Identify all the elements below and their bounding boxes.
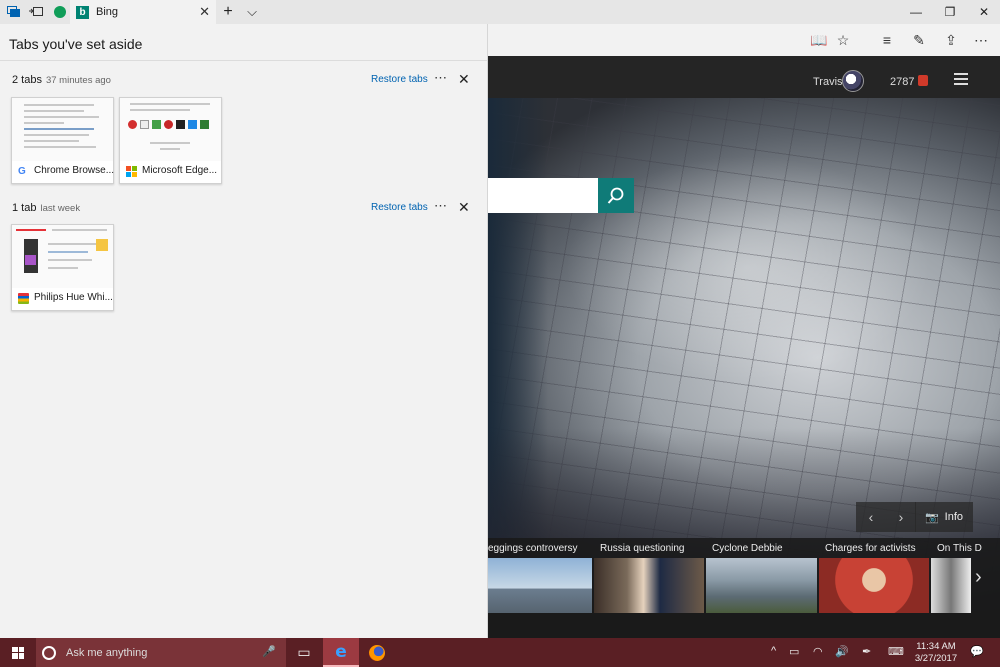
clock[interactable]: 11:34 AM 3/27/2017 [913, 641, 959, 665]
show-hidden-icons-icon[interactable]: ^ [771, 645, 776, 657]
avatar[interactable] [842, 70, 864, 92]
start-button[interactable] [0, 638, 36, 667]
camera-icon: 📷 [924, 511, 939, 524]
tab-label: Microsoft Edge... [142, 165, 218, 176]
news-item[interactable]: Russia questioning [594, 538, 704, 638]
news-title: Cyclone Debbie [712, 543, 783, 554]
battery-icon[interactable]: ▭ [789, 645, 799, 658]
group-time: 37 minutes ago [45, 75, 111, 86]
tab-preview-button[interactable]: ⌵ [240, 0, 264, 24]
hub-icon[interactable]: ≡ [876, 30, 898, 50]
windows-logo-icon [12, 646, 24, 659]
search-placeholder: Ask me anything [66, 646, 148, 659]
group-more-icon[interactable]: ⋯ [434, 198, 448, 214]
tab-bing[interactable]: b Bing ✕ [70, 0, 216, 24]
reading-view-icon[interactable]: 📖 [808, 30, 830, 50]
news-item[interactable]: On This D [931, 538, 982, 638]
group-header: 1 tab last week [12, 202, 80, 214]
tab-label: Chrome Browse... [34, 165, 115, 176]
volume-icon[interactable]: 🔊 [835, 645, 849, 658]
cortana-icon [42, 645, 56, 660]
tab-label: Philips Hue Whi... [34, 292, 113, 303]
restore-tabs-link[interactable]: Restore tabs [371, 74, 428, 85]
user-name[interactable]: Travis [813, 76, 843, 88]
aside-tab-card[interactable]: G Chrome Browse... [11, 97, 114, 184]
ebay-bag-icon [18, 293, 29, 304]
news-item[interactable]: Charges for activists [819, 538, 929, 638]
pinned-tab-hangouts-icon[interactable] [48, 0, 72, 24]
restore-tabs-link[interactable]: Restore tabs [371, 202, 428, 213]
group-count: 1 tab [12, 202, 37, 214]
panel-title: Tabs you've set aside [9, 36, 143, 52]
news-title: Russia questioning [600, 543, 685, 554]
browser-toolbar: 📖 ☆ ≡ ✎ ⇪ ⋯ [488, 24, 1000, 56]
firefox-app-icon[interactable] [359, 638, 395, 667]
cortana-search-box[interactable]: Ask me anything 🎤 [36, 638, 286, 667]
info-label: Info [944, 511, 964, 523]
close-tab-icon[interactable]: ✕ [199, 4, 210, 20]
minimize-icon[interactable]: — [898, 0, 934, 24]
group-more-icon[interactable]: ⋯ [434, 70, 448, 86]
tabs-aside-panel: Tabs you've set aside 2 tabs 37 minutes a… [0, 24, 488, 638]
wifi-icon[interactable]: ◠ [813, 645, 823, 658]
notifications-icon[interactable]: 💬 [970, 645, 984, 658]
taskbar: Ask me anything 🎤 ▭ e ^ ▭ ◠ 🔊 ✒ ⌨ 11:34 … [0, 638, 1000, 667]
group-count: 2 tabs [12, 74, 42, 86]
share-icon[interactable]: ⇪ [940, 30, 962, 50]
group-close-icon[interactable]: ✕ [458, 199, 470, 216]
clock-time: 11:34 AM [916, 641, 956, 652]
close-window-icon[interactable]: ✕ [966, 0, 1000, 24]
group-header: 2 tabs 37 minutes ago [12, 74, 111, 86]
tab-title: Bing [96, 6, 119, 18]
rewards-medal-icon[interactable] [918, 75, 928, 86]
web-note-icon[interactable]: ✎ [908, 30, 930, 50]
edge-app-icon[interactable]: e [323, 638, 359, 667]
set-tabs-aside-icon[interactable] [24, 0, 48, 24]
clock-date: 3/27/2017 [914, 653, 958, 664]
tab-preview [120, 98, 221, 161]
group-time: last week [40, 203, 81, 214]
microphone-icon[interactable]: 🎤 [262, 645, 276, 658]
task-view-icon[interactable]: ▭ [286, 638, 322, 667]
more-icon[interactable]: ⋯ [970, 30, 992, 50]
google-icon: G [18, 166, 26, 177]
divider [0, 60, 487, 61]
tab-preview [12, 98, 113, 161]
news-item[interactable]: Cyclone Debbie [706, 538, 817, 638]
info-button[interactable]: 📷 Info [915, 502, 973, 532]
news-item[interactable]: eggings controversy [488, 538, 593, 638]
search-icon[interactable] [598, 178, 634, 213]
microsoft-icon [126, 166, 137, 177]
aside-tab-card[interactable]: Philips Hue Whi... [11, 224, 114, 311]
tab-preview [12, 225, 113, 288]
tabs-aside-icon[interactable] [2, 0, 26, 24]
news-title: Charges for activists [825, 543, 916, 554]
news-title: eggings controversy [488, 543, 578, 554]
group-close-icon[interactable]: ✕ [458, 71, 470, 88]
new-tab-button[interactable]: + [216, 0, 240, 24]
news-carousel: eggings controversy Russia questioning C… [488, 538, 1000, 638]
search-input[interactable] [488, 178, 598, 213]
menu-icon[interactable] [954, 73, 968, 88]
news-title: On This D [937, 543, 982, 554]
previous-image-icon[interactable]: ‹ [856, 502, 886, 532]
rewards-points[interactable]: 2787 [890, 76, 914, 88]
title-bar: b Bing ✕ + ⌵ — ❐ ✕ [0, 0, 1000, 24]
aside-tab-card[interactable]: Microsoft Edge... [119, 97, 222, 184]
next-image-icon[interactable]: › [886, 502, 916, 532]
bing-header: Travis 2787 [488, 56, 1000, 98]
bing-favicon-icon: b [76, 5, 89, 19]
restore-icon[interactable]: ❐ [932, 0, 968, 24]
pen-icon[interactable]: ✒ [862, 645, 871, 658]
favorite-star-icon[interactable]: ☆ [832, 30, 854, 50]
news-next-icon[interactable]: › [975, 566, 982, 589]
keyboard-icon[interactable]: ⌨ [888, 645, 904, 658]
